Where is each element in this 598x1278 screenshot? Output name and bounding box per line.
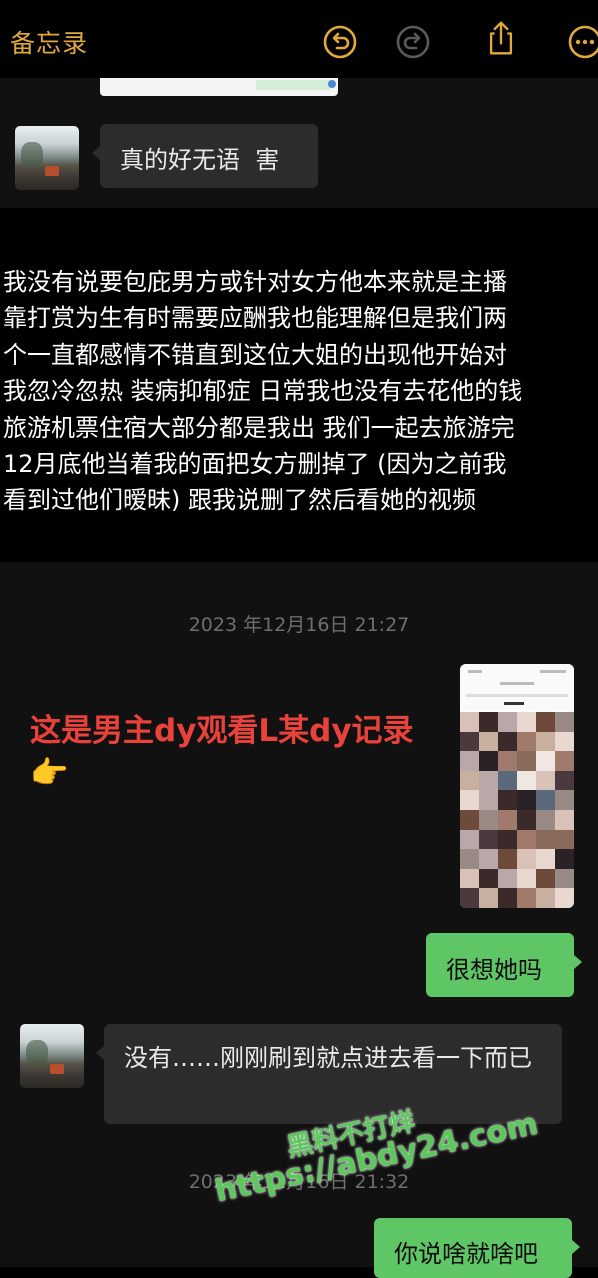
avatar [15,126,79,190]
chat-screenshot-top: 真的好无语 害 [0,78,598,208]
outgoing-message-bubble: 很想她吗 [426,933,582,997]
note-line: 个一直都感情不错直到这位大姐的出现他开始对 [3,340,507,369]
share-icon[interactable] [483,20,519,56]
annotation-text: 这是男主dy观看L某dy记录👉 [30,713,414,791]
note-line: 旅游机票住宿大部分都是我出 我们一起去旅游完 [3,413,515,442]
note-line: 看到过他们暧昧) 跟我说删了然后看她的视频 [3,486,476,515]
avatar [20,1024,84,1088]
note-line: 靠打赏为生有时需要应酬我也能理解但是我们两 [3,304,507,333]
shared-screenshot-image [460,664,574,908]
undo-icon[interactable] [322,24,358,60]
outgoing-message-bubble: 你说啥就啥吧 [374,1218,580,1278]
note-body-text: 我没有说要包庇男方或针对女方他本来就是主播 靠打赏为生有时需要应酬我也能理解但是我… [3,264,598,519]
redo-icon[interactable] [395,24,431,60]
incoming-message-bubble: 真的好无语 害 [92,124,318,188]
back-button-notes[interactable]: 备忘录 [10,24,88,60]
message-text: 真的好无语 害 [120,146,280,174]
incoming-message-bubble: 没有……刚刚刷到就点进去看一下而已 [96,1024,562,1124]
shared-image-thumbnail [100,78,338,96]
more-icon[interactable] [567,24,598,60]
pixelated-video-grid [460,712,574,908]
notes-toolbar: 备忘录 [0,0,598,78]
note-line: 12月底他当着我的面把女方删掉了 (因为之前我 [3,450,507,479]
message-text: 你说啥就啥吧 [394,1240,538,1268]
timestamp: 2023 年12月16日 21:27 [188,614,410,636]
note-line: 我忽冷忽热 装病抑郁症 日常我也没有去花他的钱 [3,377,523,406]
message-text: 没有……刚刚刷到就点进去看一下而已 [124,1044,532,1072]
message-text: 很想她吗 [446,956,542,984]
note-line: 我没有说要包庇男方或针对女方他本来就是主播 [3,268,507,296]
